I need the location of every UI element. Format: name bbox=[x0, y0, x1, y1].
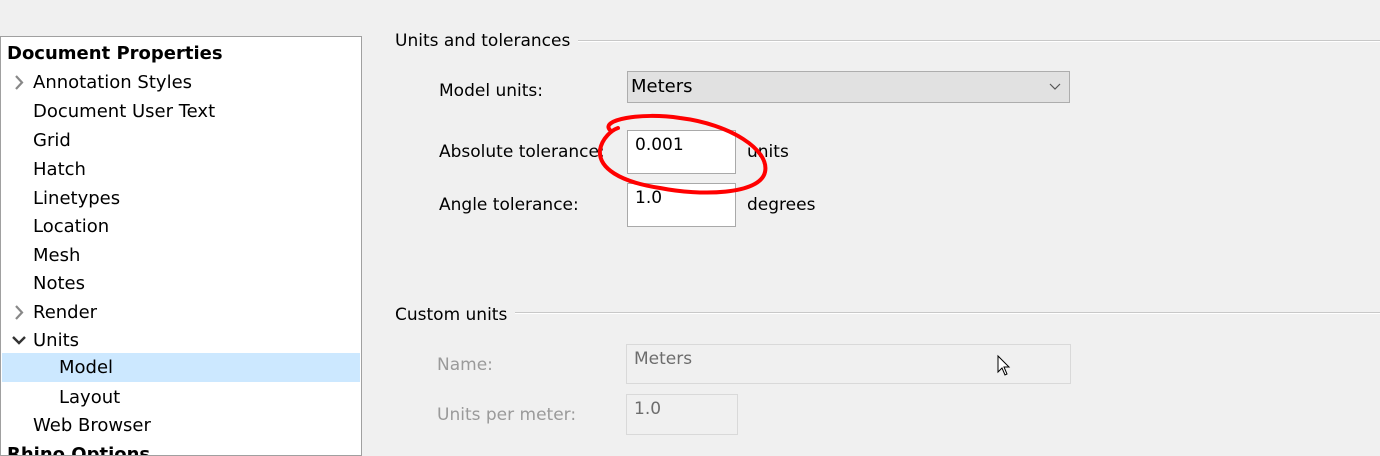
model-units-label: Model units: bbox=[439, 81, 543, 101]
absolute-tolerance-input[interactable]: 0.001 bbox=[627, 130, 736, 174]
units-group-title: Units and tolerances bbox=[395, 31, 571, 51]
chevron-right-icon[interactable] bbox=[10, 68, 28, 97]
chevron-down-icon[interactable] bbox=[10, 326, 28, 355]
tree-item-units[interactable]: Units bbox=[2, 326, 360, 355]
custom-name-label: Name: bbox=[437, 355, 493, 375]
units-per-meter-label: Units per meter: bbox=[437, 405, 577, 425]
tree-item-document-user-text[interactable]: Document User Text bbox=[2, 97, 360, 126]
chevron-right-icon[interactable] bbox=[10, 298, 28, 327]
model-units-value: Meters bbox=[631, 76, 693, 97]
tree-item-render[interactable]: Render bbox=[2, 298, 360, 327]
tree-item-model[interactable]: Model bbox=[2, 353, 360, 382]
tree-item-layout[interactable]: Layout bbox=[2, 383, 360, 412]
tree-item-hatch[interactable]: Hatch bbox=[2, 155, 360, 184]
absolute-tolerance-suffix: units bbox=[747, 142, 789, 162]
tree-header-rhino-options[interactable]: Rhino Options bbox=[2, 440, 360, 455]
tree-item-web-browser[interactable]: Web Browser bbox=[2, 411, 360, 440]
angle-tolerance-label: Angle tolerance: bbox=[439, 195, 579, 215]
custom-units-group-title: Custom units bbox=[395, 305, 508, 325]
tree-item-annotation-styles[interactable]: Annotation Styles bbox=[2, 68, 360, 97]
tree-item-grid[interactable]: Grid bbox=[2, 126, 360, 155]
custom-name-input[interactable]: Meters bbox=[626, 344, 1071, 384]
group-divider bbox=[515, 312, 1380, 314]
angle-tolerance-input[interactable]: 1.0 bbox=[627, 183, 736, 227]
tree-item-notes[interactable]: Notes bbox=[2, 269, 360, 298]
tree-item-mesh[interactable]: Mesh bbox=[2, 241, 360, 270]
tree-item-location[interactable]: Location bbox=[2, 212, 360, 241]
tree-item-linetypes[interactable]: Linetypes bbox=[2, 184, 360, 213]
units-per-meter-input[interactable]: 1.0 bbox=[626, 394, 738, 435]
absolute-tolerance-label: Absolute tolerance: bbox=[439, 142, 605, 162]
document-properties-tree[interactable]: Document Properties Annotation Styles Do… bbox=[0, 36, 362, 456]
angle-tolerance-suffix: degrees bbox=[747, 195, 816, 215]
tree-header-document-properties[interactable]: Document Properties bbox=[2, 39, 360, 68]
group-divider bbox=[578, 40, 1380, 42]
model-units-select[interactable]: Meters bbox=[627, 71, 1070, 103]
chevron-down-icon bbox=[1049, 83, 1061, 90]
